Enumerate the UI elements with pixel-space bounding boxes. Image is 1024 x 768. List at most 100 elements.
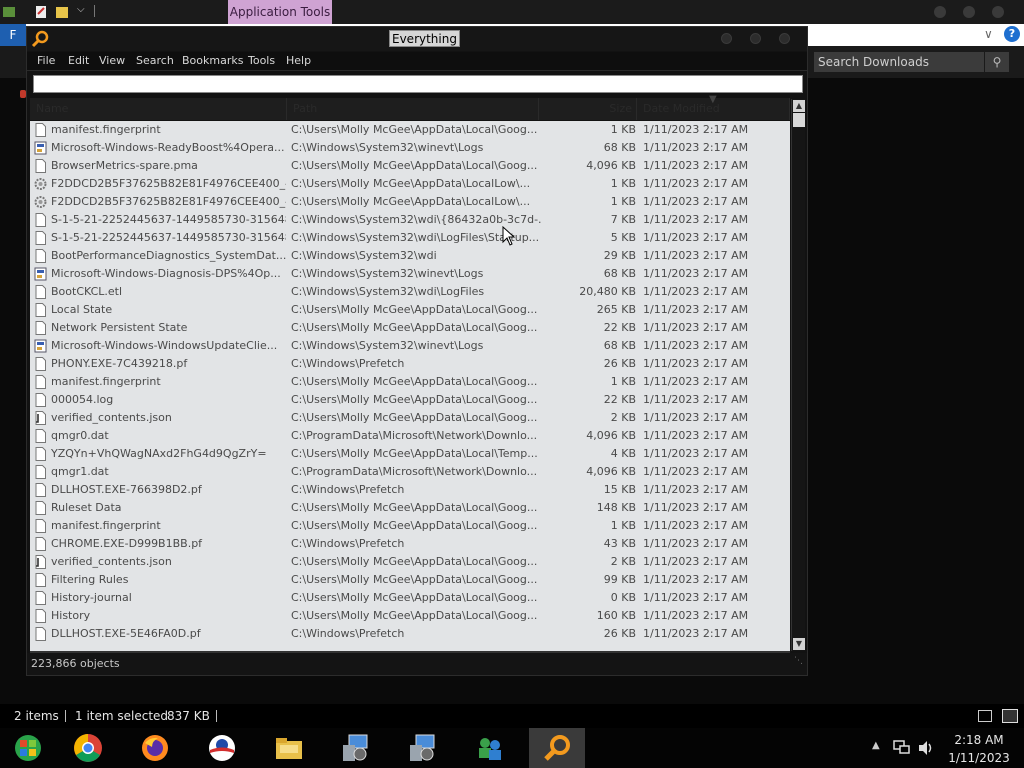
network-users-icon (479, 738, 501, 760)
taskbar-network-setup-2[interactable] (395, 728, 451, 768)
table-row[interactable]: qmgr1.dat C:\ProgramData\Microsoft\Networ… (30, 463, 790, 481)
row-size: 68 KB (603, 339, 636, 352)
table-row[interactable]: F2DDCD2B5F37625B82E81F4976CEE400_45... C:… (30, 175, 790, 193)
column-name-header[interactable]: Name (30, 98, 287, 120)
table-row[interactable]: BootCKCL.etl C:\Windows\System32\wdi\LogF… (30, 283, 790, 301)
table-row[interactable]: manifest.fingerprint C:\Users\Molly McGee… (30, 121, 790, 139)
table-row[interactable]: Ruleset Data C:\Users\Molly McGee\AppData… (30, 499, 790, 517)
ribbon-file-tab[interactable]: F (0, 24, 26, 46)
scroll-down-icon[interactable]: ▼ (793, 638, 805, 650)
taskbar-network-users[interactable] (462, 728, 518, 768)
table-row[interactable]: Microsoft-Windows-ReadyBoost%4Opera... C:… (30, 139, 790, 157)
column-path-header[interactable]: Path (287, 98, 539, 120)
clock-date[interactable]: 1/11/2023 (940, 751, 1018, 765)
minimize-button[interactable] (721, 33, 732, 44)
taskbar-chrome[interactable] (60, 728, 116, 768)
file-icon (34, 321, 47, 335)
maximize-button[interactable] (963, 6, 975, 18)
row-size: 2 KB (610, 411, 636, 424)
row-name: qmgr1.dat (51, 465, 109, 478)
table-row[interactable]: YZQYn+VhQWagNAxd2FhG4d9QgZrY= C:\Users\Mo… (30, 445, 790, 463)
properties-icon[interactable] (34, 4, 48, 20)
results-list[interactable]: manifest.fingerprint C:\Users\Molly McGee… (30, 121, 790, 651)
table-row[interactable]: verified_contents.json C:\Users\Molly McG… (30, 409, 790, 427)
row-name: History-journal (51, 591, 132, 604)
row-name: verified_contents.json (51, 411, 172, 424)
table-row[interactable]: History-journal C:\Users\Molly McGee\AppD… (30, 589, 790, 607)
table-row[interactable]: Filtering Rules C:\Users\Molly McGee\AppD… (30, 571, 790, 589)
table-row[interactable]: Microsoft-Windows-Diagnosis-DPS%4Op... C:… (30, 265, 790, 283)
qa-dropdown-icon[interactable]: ⌵ (77, 4, 85, 15)
row-date: 1/11/2023 2:17 AM (643, 411, 749, 424)
table-row[interactable]: DLLHOST.EXE-5E46FA0D.pf C:\Windows\Prefet… (30, 625, 790, 643)
row-date: 1/11/2023 2:17 AM (643, 195, 749, 208)
file-icon (34, 357, 47, 371)
scroll-up-icon[interactable]: ▲ (793, 100, 805, 112)
search-icon[interactable]: ⚲ (985, 52, 1009, 72)
row-date: 1/11/2023 2:17 AM (643, 537, 749, 550)
table-row[interactable]: manifest.fingerprint C:\Users\Molly McGee… (30, 517, 790, 535)
new-folder-icon[interactable] (55, 4, 69, 20)
row-name: DLLHOST.EXE-5E46FA0D.pf (51, 627, 201, 640)
taskbar-everything[interactable] (529, 728, 585, 768)
menu-tools[interactable]: Tools (248, 52, 275, 70)
table-row[interactable]: S-1-5-21-2252445637-1449585730-31564824.… (30, 211, 790, 229)
taskbar-firefox[interactable] (127, 728, 183, 768)
menu-file[interactable]: File (37, 52, 55, 70)
help-icon[interactable]: ? (1004, 26, 1020, 42)
network-icon[interactable] (892, 740, 910, 756)
file-icon (34, 573, 47, 587)
minimize-button[interactable] (934, 6, 946, 18)
table-row[interactable]: S-1-5-21-2252445637-1449585730-31564824.… (30, 229, 790, 247)
table-row[interactable]: verified_contents.json C:\Users\Molly McG… (30, 553, 790, 571)
table-row[interactable]: PHONY.EXE-7C439218.pf C:\Windows\Prefetch… (30, 355, 790, 373)
taskbar-obama-logo[interactable] (194, 728, 250, 768)
vertical-scrollbar[interactable]: ▲ ▼ (791, 99, 805, 651)
table-row[interactable]: BootPerformanceDiagnostics_SystemDat... C… (30, 247, 790, 265)
menu-search[interactable]: Search (136, 52, 174, 70)
close-button[interactable] (779, 33, 790, 44)
table-row[interactable]: Local State C:\Users\Molly McGee\AppData\… (30, 301, 790, 319)
search-input[interactable] (33, 75, 803, 93)
menu-view[interactable]: View (99, 52, 125, 70)
volume-icon[interactable] (917, 740, 935, 756)
selection-size: 837 KB (167, 709, 210, 723)
row-size: 2 KB (610, 555, 636, 568)
table-row[interactable]: manifest.fingerprint C:\Users\Molly McGee… (30, 373, 790, 391)
menu-bookmarks[interactable]: Bookmarks (182, 52, 243, 70)
table-row[interactable]: qmgr0.dat C:\ProgramData\Microsoft\Networ… (30, 427, 790, 445)
table-row[interactable]: Network Persistent State C:\Users\Molly M… (30, 319, 790, 337)
everything-title-bar[interactable]: Everything (27, 27, 807, 51)
ribbon-collapse-chevron-icon[interactable]: ∨ (984, 27, 993, 41)
menu-help[interactable]: Help (286, 52, 311, 70)
chrome-icon (74, 734, 102, 762)
menu-edit[interactable]: Edit (68, 52, 89, 70)
application-tools-tab[interactable]: Application Tools (228, 0, 332, 24)
table-row[interactable]: F2DDCD2B5F37625B82E81F4976CEE400_45... C:… (30, 193, 790, 211)
taskbar-file-explorer[interactable] (261, 728, 317, 768)
resize-grip-icon[interactable]: ⋱ (794, 650, 803, 672)
large-icons-view-icon[interactable] (1002, 709, 1018, 723)
scrollbar-thumb[interactable] (793, 113, 805, 127)
taskbar-windows-media-center[interactable] (0, 728, 56, 768)
close-button[interactable] (992, 6, 1004, 18)
taskbar-network-setup-1[interactable] (328, 728, 384, 768)
table-row[interactable]: BrowserMetrics-spare.pma C:\Users\Molly M… (30, 157, 790, 175)
show-hidden-icons-icon[interactable]: ▲ (872, 740, 880, 751)
table-row[interactable]: CHROME.EXE-D999B1BB.pf C:\Windows\Prefetc… (30, 535, 790, 553)
table-row[interactable]: DLLHOST.EXE-766398D2.pf C:\Windows\Prefet… (30, 481, 790, 499)
table-row[interactable]: Microsoft-Windows-WindowsUpdateClie... C:… (30, 337, 790, 355)
row-size: 148 KB (596, 501, 636, 514)
row-path: C:\Windows\System32\winevt\Logs (291, 267, 484, 280)
maximize-button[interactable] (750, 33, 761, 44)
file-icon (34, 519, 47, 533)
clock-time[interactable]: 2:18 AM (940, 733, 1018, 747)
file-icon (34, 393, 47, 407)
column-size-header[interactable]: Size (539, 98, 637, 120)
explorer-search-input[interactable]: Search Downloads (814, 52, 984, 72)
details-view-icon[interactable] (978, 710, 992, 722)
file-icon (34, 123, 47, 137)
table-row[interactable]: 000054.log C:\Users\Molly McGee\AppData\L… (30, 391, 790, 409)
table-row[interactable]: History C:\Users\Molly McGee\AppData\Loca… (30, 607, 790, 625)
row-size: 0 KB (610, 591, 636, 604)
